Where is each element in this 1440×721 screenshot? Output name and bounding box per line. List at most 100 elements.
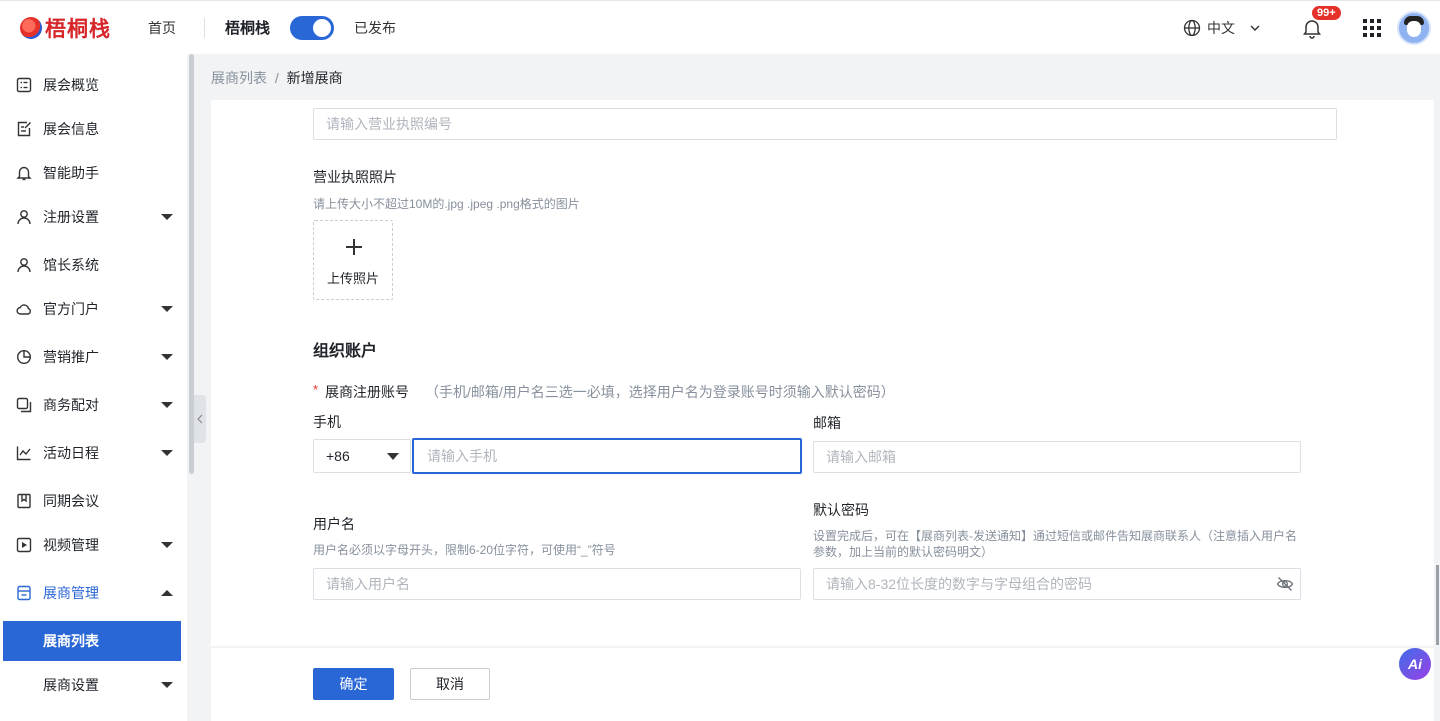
license-photo-hint: 请上传大小不超过10M的.jpg .jpeg .png格式的图片 bbox=[313, 197, 580, 211]
bookmark-icon bbox=[17, 493, 31, 509]
sidebar-item-label: 活动日程 bbox=[43, 445, 99, 461]
sidebar-subitem-exhibitor-settings[interactable]: 展商设置 bbox=[3, 665, 181, 705]
license-photo-label: 营业执照照片 bbox=[313, 169, 397, 185]
apps-grid-icon[interactable] bbox=[1363, 19, 1381, 37]
license-number-input[interactable]: 请输入营业执照编号 bbox=[313, 108, 1337, 140]
photo-upload-button[interactable]: 上传照片 bbox=[313, 220, 393, 300]
caret-down-icon bbox=[161, 682, 173, 688]
sidebar-item-video[interactable]: 视频管理 bbox=[0, 525, 187, 565]
sidebar-item-assistant[interactable]: 智能助手 bbox=[0, 153, 187, 193]
breadcrumb-separator: / bbox=[274, 70, 279, 86]
language-switcher[interactable]: 中文 bbox=[1183, 18, 1267, 38]
account-hint: （手机/邮箱/用户名三选一必填，选择用户名为登录账号时须输入默认密码） bbox=[425, 384, 895, 400]
sidebar-item-meetings[interactable]: 同期会议 bbox=[0, 481, 187, 521]
user-avatar[interactable] bbox=[1397, 11, 1431, 45]
sidebar-item-label: 展会信息 bbox=[43, 121, 99, 137]
sidebar-item-label: 展商管理 bbox=[43, 585, 99, 601]
sidebar-item-matching[interactable]: 商务配对 bbox=[0, 385, 187, 425]
confirm-button[interactable]: 确定 bbox=[313, 668, 394, 700]
sidebar-item-registration[interactable]: 注册设置 bbox=[0, 197, 187, 237]
eye-off-icon[interactable] bbox=[1276, 575, 1294, 593]
cloud-icon bbox=[16, 304, 31, 315]
caret-down-icon bbox=[161, 306, 173, 312]
caret-down-icon bbox=[161, 402, 173, 408]
password-label: 默认密码 bbox=[813, 502, 869, 518]
password-hint-line1: 设置完成后，可在【展商列表-发送通知】通过短信或邮件告知展商联系人（注意插入用户… bbox=[813, 529, 1297, 543]
header-right: 中文 99+ bbox=[1183, 1, 1440, 55]
breadcrumb-current: 新增展商 bbox=[286, 70, 343, 86]
plus-icon bbox=[346, 239, 362, 255]
globe-icon bbox=[1183, 19, 1201, 37]
edit-doc-icon bbox=[17, 121, 31, 137]
sidebar-subitem-label: 展商列表 bbox=[43, 633, 99, 649]
user-icon bbox=[17, 210, 31, 225]
sidebar-item-marketing[interactable]: 营销推广 bbox=[0, 337, 187, 377]
sidebar-item-curator[interactable]: 馆长系统 bbox=[0, 245, 187, 285]
sidebar-item-portal[interactable]: 官方门户 bbox=[0, 289, 187, 329]
sidebar-item-overview[interactable]: 展会概览 bbox=[0, 65, 187, 105]
required-mark: * bbox=[313, 382, 319, 397]
sidebar-collapse-handle[interactable] bbox=[194, 395, 206, 443]
store-icon bbox=[17, 585, 31, 601]
email-input[interactable]: 请输入邮箱 bbox=[813, 441, 1301, 473]
notification-badge: 99+ bbox=[1311, 5, 1342, 21]
sidebar-item-label: 官方门户 bbox=[43, 301, 99, 317]
username-input[interactable]: 请输入用户名 bbox=[313, 568, 801, 600]
caret-up-icon bbox=[161, 590, 173, 596]
country-code-select[interactable]: +86 bbox=[313, 439, 411, 473]
notification-button[interactable]: 99+ bbox=[1301, 5, 1342, 39]
phone-input[interactable]: 请输入手机 bbox=[412, 438, 802, 474]
header-divider bbox=[204, 17, 205, 38]
copy-icon bbox=[16, 397, 32, 413]
form-footer bbox=[211, 648, 1434, 721]
toggle-knob bbox=[313, 18, 332, 37]
username-hint: 用户名必须以字母开头，限制6-20位字符，可使用“_”符号 bbox=[313, 543, 616, 557]
country-code-value: +86 bbox=[326, 448, 350, 464]
publish-toggle[interactable] bbox=[290, 15, 335, 40]
project-name: 梧桐栈 bbox=[225, 20, 271, 37]
play-icon bbox=[16, 537, 32, 553]
caret-down-icon bbox=[387, 453, 399, 460]
dashboard-icon bbox=[16, 77, 32, 93]
upload-label: 上传照片 bbox=[326, 271, 379, 286]
sidebar-item-label: 营销推广 bbox=[43, 349, 99, 365]
caret-down-icon bbox=[161, 354, 173, 360]
input-placeholder: 请输入邮箱 bbox=[826, 449, 896, 465]
publish-status: 已发布 bbox=[354, 19, 397, 36]
input-placeholder: 请输入手机 bbox=[427, 448, 497, 464]
nav-home-link[interactable]: 首页 bbox=[148, 18, 176, 38]
top-header: 梧桐栈 首页 梧桐栈 已发布 中文 99+ bbox=[0, 0, 1440, 54]
input-placeholder: 请输入用户名 bbox=[326, 576, 410, 592]
caret-down-icon bbox=[161, 450, 173, 456]
ai-assistant-button[interactable]: Ai bbox=[1399, 648, 1431, 680]
sidebar-item-label: 智能助手 bbox=[43, 165, 99, 181]
sidebar-item-schedule[interactable]: 活动日程 bbox=[0, 433, 187, 473]
password-input[interactable]: 请输入8-32位长度的数字与字母组合的密码 bbox=[813, 568, 1301, 600]
input-placeholder: 请输入营业执照编号 bbox=[326, 116, 452, 132]
phone-label: 手机 bbox=[313, 414, 341, 430]
sidebar-item-label: 商务配对 bbox=[43, 397, 99, 413]
section-title: 组织账户 bbox=[313, 343, 378, 360]
breadcrumb-parent[interactable]: 展商列表 bbox=[211, 70, 267, 86]
logo[interactable]: 梧桐栈 bbox=[20, 13, 128, 43]
sidebar-item-label: 同期会议 bbox=[43, 493, 99, 509]
page-scrollbar-thumb[interactable] bbox=[1436, 565, 1439, 645]
chart-icon bbox=[16, 446, 31, 461]
input-placeholder: 请输入8-32位长度的数字与字母组合的密码 bbox=[826, 576, 1093, 592]
sidebar-item-expo-info[interactable]: 展会信息 bbox=[0, 109, 187, 149]
sidebar-subitem-exhibitor-list[interactable]: 展商列表 bbox=[3, 621, 181, 661]
chevron-left-icon bbox=[197, 414, 203, 424]
sidebar-item-label: 视频管理 bbox=[43, 537, 99, 553]
logo-mark-icon bbox=[20, 16, 42, 39]
bell-icon bbox=[16, 166, 32, 181]
caret-down-icon bbox=[161, 214, 173, 220]
sidebar-item-label: 馆长系统 bbox=[43, 257, 99, 273]
chevron-down-icon bbox=[1250, 25, 1260, 31]
caret-down-icon bbox=[161, 542, 173, 548]
sidebar-item-exhibitors[interactable]: 展商管理 bbox=[0, 573, 187, 613]
logo-text: 梧桐栈 bbox=[45, 17, 111, 41]
email-label: 邮箱 bbox=[813, 415, 841, 431]
breadcrumb: 展商列表 / 新增展商 bbox=[211, 68, 343, 88]
username-label: 用户名 bbox=[313, 516, 355, 532]
cancel-button[interactable]: 取消 bbox=[410, 668, 490, 700]
